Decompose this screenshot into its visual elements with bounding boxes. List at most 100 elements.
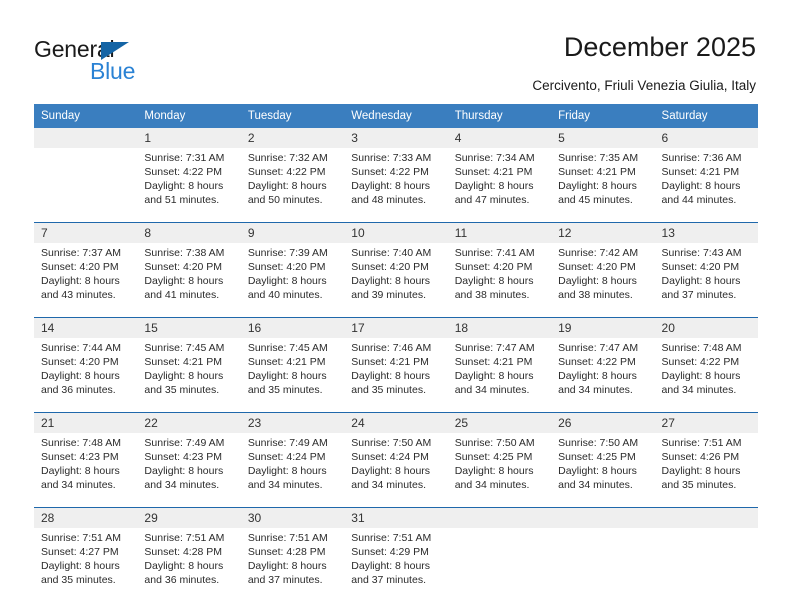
day-cell-details: Sunrise: 7:33 AM Sunset: 4:22 PM Daylight:… [344,148,448,223]
day-number[interactable]: 16 [240,317,345,338]
day-number[interactable]: 12 [551,222,655,243]
day-cell-details: Sunrise: 7:39 AM Sunset: 4:20 PM Daylight:… [240,243,345,318]
day-detail-line: and 36 minutes. [144,574,220,587]
day-number[interactable]: 18 [447,317,552,338]
weekday-header-monday: Monday [137,104,241,128]
day-cell-empty [447,528,552,602]
day-number[interactable]: 2 [240,128,345,148]
day-detail-line: Sunset: 4:20 PM [247,261,326,274]
day-detail-line: and 37 minutes. [351,574,426,587]
day-detail-line: Daylight: 8 hours [558,370,637,383]
day-detail-line: Daylight: 8 hours [144,275,224,288]
day-cell-details: Sunrise: 7:51 AM Sunset: 4:28 PM Daylight:… [240,528,345,602]
day-cell-details: Sunrise: 7:47 AM Sunset: 4:22 PM Daylight:… [551,338,655,413]
logo-text-blue: Blue [90,58,136,84]
day-number[interactable]: 20 [654,317,758,338]
day-detail-line: and 47 minutes. [454,194,530,207]
day-detail-line: Daylight: 8 hours [454,465,534,478]
day-detail-line: Sunrise: 7:51 AM [351,532,432,544]
day-cell-details: Sunrise: 7:37 AM Sunset: 4:20 PM Daylight:… [34,243,138,318]
day-number-empty [447,507,552,528]
day-detail-line: Sunrise: 7:36 AM [661,152,742,164]
day-detail-line: Sunset: 4:21 PM [144,356,223,369]
day-number[interactable]: 23 [240,412,345,433]
day-detail-line: Sunset: 4:26 PM [661,451,740,464]
weekday-header-thursday: Thursday [447,104,552,128]
day-number[interactable]: 19 [551,317,655,338]
day-number[interactable]: 26 [551,412,655,433]
day-number[interactable]: 4 [447,128,552,148]
day-detail-line: and 35 minutes. [144,384,220,397]
day-cell-details: Sunrise: 7:35 AM Sunset: 4:21 PM Daylight:… [551,148,655,223]
day-detail-line: Sunset: 4:21 PM [351,356,429,369]
day-detail-line: Daylight: 8 hours [558,465,637,478]
day-detail-line: and 34 minutes. [454,384,530,397]
day-cell-empty [34,148,138,223]
day-detail-line: Daylight: 8 hours [454,180,534,193]
day-number[interactable]: 9 [240,222,345,243]
day-number[interactable]: 17 [344,317,448,338]
day-detail-line: and 35 minutes. [351,384,426,397]
day-cell-details: Sunrise: 7:42 AM Sunset: 4:20 PM Daylight:… [551,243,655,318]
day-number[interactable]: 24 [344,412,448,433]
day-detail-line: Daylight: 8 hours [351,465,431,478]
day-number[interactable]: 29 [137,507,241,528]
day-detail-line: and 34 minutes. [558,384,633,397]
day-detail-line: Sunrise: 7:47 AM [558,342,639,354]
day-detail-line: Sunrise: 7:44 AM [41,342,121,354]
day-detail-line: Daylight: 8 hours [41,465,120,478]
day-number[interactable]: 6 [654,128,758,148]
day-detail-line: Daylight: 8 hours [247,180,327,193]
day-number[interactable]: 11 [447,222,552,243]
day-number[interactable]: 15 [137,317,241,338]
day-detail-line: Sunrise: 7:51 AM [41,532,121,544]
day-detail-line: Sunrise: 7:47 AM [454,342,535,354]
page-subtitle: Cercivento, Friuli Venezia Giulia, Italy [532,78,756,93]
day-number[interactable]: 28 [34,507,138,528]
day-number[interactable]: 31 [344,507,448,528]
day-detail-line: Sunset: 4:20 PM [661,261,740,274]
day-number[interactable]: 30 [240,507,345,528]
day-number[interactable]: 7 [34,222,138,243]
day-number[interactable]: 8 [137,222,241,243]
day-detail-line: Sunset: 4:25 PM [454,451,533,464]
day-detail-line: Daylight: 8 hours [661,180,741,193]
day-detail-line: Sunrise: 7:45 AM [144,342,225,354]
day-detail-line: and 41 minutes. [144,289,220,302]
day-detail-line: Sunset: 4:28 PM [247,546,326,559]
week-number-row: 28 29 30 31 [34,507,758,528]
day-cell-details: Sunrise: 7:45 AM Sunset: 4:21 PM Daylight:… [240,338,345,413]
day-detail-line: Sunset: 4:22 PM [144,166,223,179]
day-cell-details: Sunrise: 7:46 AM Sunset: 4:21 PM Daylight:… [344,338,448,413]
day-detail-line: Sunset: 4:20 PM [558,261,636,274]
day-detail-line: Daylight: 8 hours [144,370,224,383]
day-number[interactable]: 25 [447,412,552,433]
day-cell-details: Sunrise: 7:31 AM Sunset: 4:22 PM Daylight:… [137,148,241,223]
day-number[interactable]: 10 [344,222,448,243]
day-detail-line: Sunset: 4:20 PM [144,261,223,274]
day-detail-line: Daylight: 8 hours [144,560,224,573]
day-number[interactable]: 1 [137,128,241,148]
day-cell-details: Sunrise: 7:50 AM Sunset: 4:25 PM Daylight:… [447,433,552,508]
day-number[interactable]: 5 [551,128,655,148]
day-detail-line: Sunset: 4:21 PM [558,166,636,179]
day-number[interactable]: 14 [34,317,138,338]
day-detail-line: and 34 minutes. [41,479,116,492]
day-detail-line: Daylight: 8 hours [661,370,741,383]
day-detail-line: Sunset: 4:21 PM [454,356,533,369]
day-number[interactable]: 21 [34,412,138,433]
day-number[interactable]: 27 [654,412,758,433]
day-cell-details: Sunrise: 7:51 AM Sunset: 4:29 PM Daylight:… [344,528,448,602]
calendar-table: Sunday Monday Tuesday Wednesday Thursday Frid… [34,104,758,602]
day-detail-line: Daylight: 8 hours [661,465,741,478]
day-detail-line: Daylight: 8 hours [41,370,120,383]
day-number[interactable]: 22 [137,412,241,433]
day-number[interactable]: 3 [344,128,448,148]
day-cell-details: Sunrise: 7:51 AM Sunset: 4:28 PM Daylight:… [137,528,241,602]
day-detail-line: Sunset: 4:20 PM [41,356,119,369]
calendar-grid: Sunday Monday Tuesday Wednesday Thursday Frid… [34,104,758,602]
day-number[interactable]: 13 [654,222,758,243]
day-detail-line: Sunrise: 7:40 AM [351,247,432,259]
day-detail-line: and 34 minutes. [454,479,530,492]
day-detail-line: Daylight: 8 hours [144,180,224,193]
